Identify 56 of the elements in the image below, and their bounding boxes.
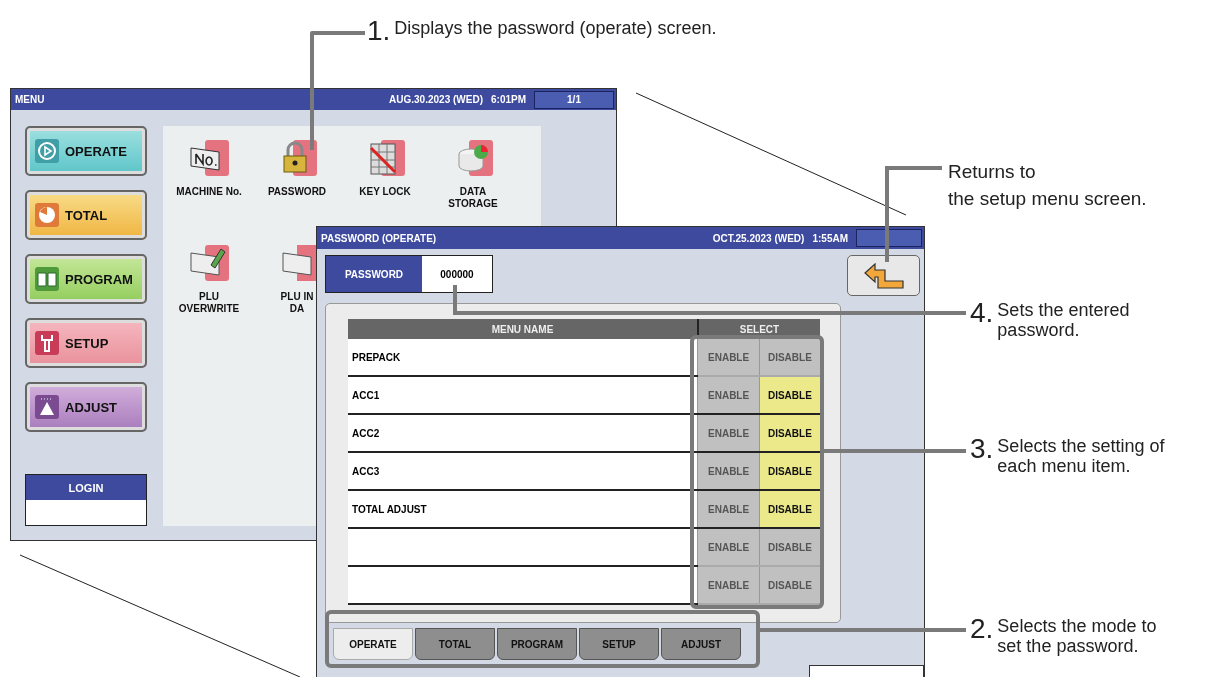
callout-number: 4.	[970, 300, 994, 326]
mode-button[interactable]: TOTAL	[25, 190, 147, 240]
page-indicator: 1/1	[534, 90, 614, 109]
option-button[interactable]: DISABLE	[759, 414, 820, 452]
mode-button[interactable]: ADJUST	[25, 382, 147, 432]
mode-tab[interactable]: ADJUST	[661, 628, 741, 660]
table-cell: ACC2	[348, 414, 698, 452]
option-button[interactable]: ENABLE	[697, 376, 760, 414]
callout-text: Selects the setting of each menu item.	[997, 436, 1165, 476]
callout-number: 2.	[970, 616, 994, 642]
screen-title: MENU	[15, 94, 45, 105]
password-value: 000000	[422, 256, 492, 292]
date-text: AUG.30.2023 (WED)	[389, 94, 483, 105]
callout-text: Displays the password (operate) screen.	[394, 18, 717, 38]
callout-text: Returns to the setup menu screen.	[948, 160, 1147, 211]
menu-item-label[interactable]: PLU OVERWRITE	[178, 291, 240, 315]
option-button[interactable]: ENABLE	[697, 490, 760, 528]
table-cell: TOTAL ADJUST	[348, 490, 698, 528]
mode-tab[interactable]: OPERATE	[333, 628, 413, 660]
menu-item-label[interactable]: PASSWORD	[267, 186, 327, 198]
time-text: 1:55AM	[812, 232, 848, 244]
page-indicator	[856, 229, 922, 247]
option-button[interactable]: ENABLE	[697, 414, 760, 452]
option-button[interactable]: DISABLE	[759, 490, 820, 528]
return-arrow-icon	[862, 262, 905, 289]
option-button[interactable]: DISABLE	[759, 452, 820, 490]
menu-item-label[interactable]: KEY LOCK	[359, 186, 411, 198]
time-text: 6:01PM	[491, 94, 526, 105]
option-button[interactable]: ENABLE	[697, 452, 760, 490]
menu-item-label[interactable]: DATA STORAGE	[448, 186, 498, 210]
callout-number: 3.	[970, 436, 994, 462]
mode-tab[interactable]: SETUP	[579, 628, 659, 660]
table-cell: ACC3	[348, 452, 698, 490]
pie-icon	[35, 203, 59, 227]
callout-text: Sets the entered password.	[997, 300, 1130, 340]
table-cell: PREPACK	[348, 339, 698, 376]
mode-button[interactable]: PROGRAM	[25, 254, 147, 304]
mode-tab[interactable]: PROGRAM	[497, 628, 577, 660]
password-label: PASSWORD	[326, 256, 422, 292]
mode-tab[interactable]: TOTAL	[415, 628, 495, 660]
back-button[interactable]	[847, 255, 920, 296]
mode-button[interactable]: SETUP	[25, 318, 147, 368]
login-panel[interactable]: LOGIN	[25, 474, 147, 526]
callout-number: 1.	[367, 18, 391, 44]
book-icon	[35, 267, 59, 291]
menu-item-label[interactable]: MACHINE No.	[176, 186, 242, 198]
table-cell: ACC1	[348, 376, 698, 414]
mode-button[interactable]: OPERATE	[25, 126, 147, 176]
menu-item-label[interactable]: PLU IN DA	[280, 291, 314, 315]
password-field[interactable]: PASSWORD 000000	[325, 255, 493, 293]
callout-text: Selects the mode to set the password.	[997, 616, 1157, 656]
column-header: MENU NAME	[348, 319, 698, 339]
option-button[interactable]: DISABLE	[759, 376, 820, 414]
play-circle-icon	[35, 139, 59, 163]
screen-title: PASSWORD (OPERATE)	[321, 232, 437, 244]
date-text: OCT.25.2023 (WED)	[712, 232, 805, 244]
